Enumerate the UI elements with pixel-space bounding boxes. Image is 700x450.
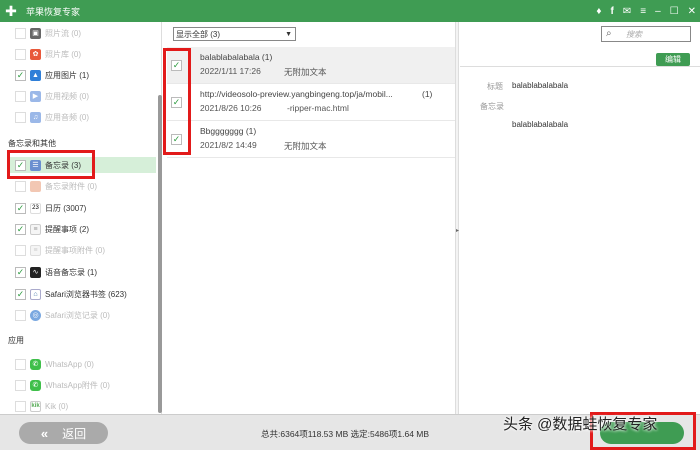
diamond-icon[interactable]: ♦	[596, 6, 601, 17]
facebook-icon[interactable]: f	[611, 6, 614, 17]
checkbox[interactable]	[15, 223, 26, 235]
photo-library-icon: ✿	[30, 48, 41, 60]
whatsapp-icon: ✆	[30, 358, 41, 370]
sidebar-item-safari-history[interactable]: ◎ Safari浏览记录 (0)	[15, 307, 110, 323]
maximize-icon[interactable]: ☐	[670, 6, 679, 17]
divider	[460, 66, 700, 67]
checkbox[interactable]	[15, 90, 26, 102]
notes-list-panel: 显示全部 (3) ▼ balablabalabala (1) 2022/1/11…	[163, 22, 455, 414]
sidebar-item-whatsapp[interactable]: ✆ WhatsApp (0)	[15, 356, 94, 372]
notes-attachment-icon	[30, 180, 41, 192]
highlight-box-checkboxes	[163, 48, 191, 155]
sidebar-item-app-audio[interactable]: ♫ 应用音频 (0)	[15, 109, 89, 125]
splitter-grip-icon: ▸	[456, 228, 460, 234]
plus-logo-icon: ✚	[5, 2, 17, 19]
reminders-attachment-icon: ≡	[30, 244, 41, 256]
search-input[interactable]: ⌕ 搜索	[601, 26, 691, 42]
watermark-text: 头条 @数据蛙恢复专家	[503, 416, 658, 433]
sidebar-item-whatsapp-attachment[interactable]: ✆ WhatsApp附件 (0)	[15, 377, 110, 393]
detail-panel: 编辑 标题 balablabalabala 备忘录 balablabalabal…	[460, 48, 700, 414]
app-photos-icon: ▲	[30, 69, 41, 81]
list-item[interactable]: http://videosolo-preview.yangbingeng.top…	[167, 84, 455, 121]
close-icon[interactable]: ✕	[688, 6, 696, 17]
safari-history-icon: ◎	[30, 309, 41, 321]
checkbox[interactable]	[15, 27, 26, 39]
checkbox[interactable]	[15, 379, 26, 391]
sidebar-item-app-photos[interactable]: ▲ 应用图片 (1)	[15, 67, 89, 83]
chat-icon[interactable]: ✉	[623, 6, 631, 17]
list-item[interactable]: balablabalabala (1) 2022/1/11 17:26 无附加文…	[167, 47, 455, 84]
sidebar-item-kik[interactable]: kik Kik (0)	[15, 398, 68, 414]
checkbox[interactable]	[15, 358, 26, 370]
sidebar-item-photo-stream[interactable]: ▣ 照片流 (0)	[15, 25, 81, 41]
sidebar-item-photo-library[interactable]: ✿ 照片库 (0)	[15, 46, 81, 62]
kik-icon: kik	[30, 400, 41, 412]
calendar-icon: 23	[30, 202, 41, 214]
checkbox[interactable]	[15, 288, 26, 300]
list-toolbar: 显示全部 (3) ▼	[163, 22, 455, 47]
checkbox[interactable]	[15, 48, 26, 60]
title-bar: ✚ 苹果恢复专家 ♦ f ✉ ≡ – ☐ ✕	[0, 0, 700, 22]
checkbox[interactable]	[15, 309, 26, 321]
title-value: balablabalabala	[512, 81, 569, 90]
section-heading-apps: 应用	[8, 336, 24, 345]
checkbox[interactable]	[15, 180, 26, 192]
whatsapp-attachment-icon: ✆	[30, 379, 41, 391]
photo-stream-icon: ▣	[30, 27, 41, 39]
back-button[interactable]: « 返回	[19, 422, 108, 444]
voice-memo-icon: ∿	[30, 266, 41, 278]
edit-button[interactable]: 编辑	[656, 53, 690, 66]
sidebar-scrollbar[interactable]	[158, 95, 162, 413]
panel-splitter[interactable]: ▸	[455, 22, 459, 414]
list-item[interactable]: Bbggggggg (1) 2021/8/2 14:49 无附加文本	[167, 121, 455, 158]
checkbox[interactable]	[15, 244, 26, 256]
sidebar-item-app-video[interactable]: ▶ 应用视频 (0)	[15, 88, 89, 104]
safari-bookmark-icon: ⌂	[30, 288, 41, 300]
memo-label: 备忘录	[480, 102, 504, 111]
sidebar-item-calendar[interactable]: 23 日历 (3007)	[15, 200, 86, 216]
chevron-down-icon: ▼	[285, 30, 292, 38]
checkbox[interactable]	[15, 111, 26, 123]
checkbox[interactable]	[15, 202, 26, 214]
search-icon: ⌕	[606, 28, 612, 39]
memo-value: balablabalabala	[512, 120, 569, 129]
minimize-icon[interactable]: –	[655, 6, 661, 17]
sidebar-item-notes-attachment[interactable]: 备忘录附件 (0)	[15, 178, 97, 194]
sidebar: ▣ 照片流 (0) ✿ 照片库 (0) ▲ 应用图片 (1) ▶ 应用视频 (0…	[0, 22, 162, 414]
section-heading-memo: 备忘录和其他	[8, 139, 56, 148]
sidebar-item-safari-bookmarks[interactable]: ⌂ Safari浏览器书签 (623)	[15, 286, 127, 302]
reminders-icon: ≡	[30, 223, 41, 235]
app-audio-icon: ♫	[30, 111, 41, 123]
sidebar-item-reminders[interactable]: ≡ 提醒事项 (2)	[15, 221, 89, 237]
app-title: 苹果恢复专家	[26, 6, 81, 17]
window-controls: ♦ f ✉ ≡ – ☐ ✕	[596, 0, 696, 22]
title-label: 标题	[487, 82, 503, 91]
sidebar-item-reminders-attachment[interactable]: ≡ 提醒事项附件 (0)	[15, 242, 105, 258]
sidebar-item-voice-memo[interactable]: ∿ 语音备忘录 (1)	[15, 264, 97, 280]
filter-dropdown[interactable]: 显示全部 (3) ▼	[173, 27, 296, 41]
double-chevron-left-icon: «	[40, 425, 49, 441]
totals-text: 总共:6364项118.53 MB 选定:5486项1.64 MB	[261, 429, 430, 439]
menu-icon[interactable]: ≡	[640, 6, 646, 17]
app-video-icon: ▶	[30, 90, 41, 102]
checkbox[interactable]	[15, 266, 26, 278]
checkbox[interactable]	[15, 69, 26, 81]
highlight-box-notes	[7, 150, 95, 179]
checkbox[interactable]	[15, 400, 26, 412]
